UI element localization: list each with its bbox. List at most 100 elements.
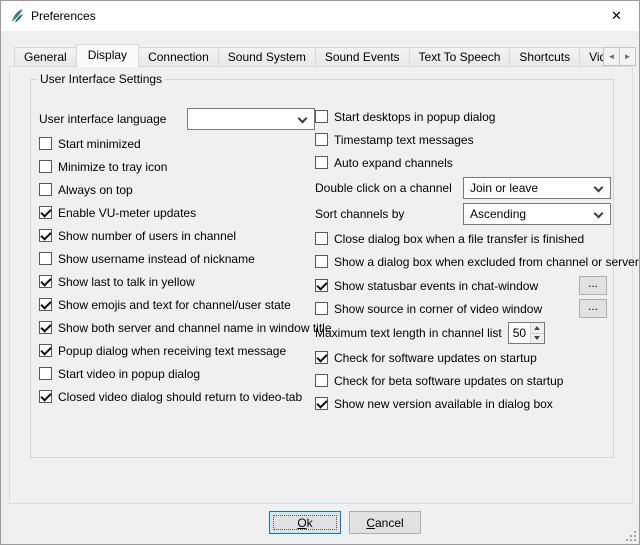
checkbox[interactable] — [39, 275, 52, 288]
sort-channels-label: Sort channels by — [315, 207, 404, 221]
double-click-row: Double click on a channel Join or leave — [315, 177, 611, 199]
preferences-dialog: Preferences ✕ General Display Connection… — [0, 0, 640, 545]
checkbox[interactable] — [315, 255, 328, 268]
max-text-length-value[interactable]: 50 — [509, 323, 530, 343]
checkbox-row[interactable]: Start desktops in popup dialog — [315, 108, 611, 125]
left-column: User interface language Start minimized … — [39, 108, 315, 411]
checkbox[interactable] — [315, 351, 328, 364]
checkbox-row[interactable]: Auto expand channels — [315, 154, 611, 171]
checkbox-label: Show source in corner of video window — [334, 302, 542, 316]
tab[interactable]: Sound System — [218, 47, 316, 67]
checkbox-row[interactable]: Enable VU-meter updates — [39, 204, 315, 221]
checkbox-row[interactable]: Popup dialog when receiving text message — [39, 342, 315, 359]
checkbox[interactable] — [39, 137, 52, 150]
max-text-length-spinner[interactable]: 50 — [508, 322, 545, 344]
language-row: User interface language — [39, 108, 315, 130]
checkbox[interactable] — [39, 344, 52, 357]
tab[interactable]: General — [14, 47, 77, 67]
chevron-down-icon — [594, 209, 604, 219]
checkbox-label: Close dialog box when a file transfer is… — [334, 232, 584, 246]
checkbox-row[interactable]: Show both server and channel name in win… — [39, 319, 315, 336]
spin-down-button[interactable] — [531, 333, 544, 344]
checkbox-row[interactable]: Timestamp text messages — [315, 131, 611, 148]
checkbox-label: Popup dialog when receiving text message — [58, 344, 286, 358]
tab-label: Connection — [148, 50, 209, 64]
checkbox[interactable] — [39, 183, 52, 196]
triangle-up-icon — [534, 326, 540, 330]
checkbox-row[interactable]: Minimize to tray icon — [39, 158, 315, 175]
app-icon — [9, 8, 25, 24]
checkbox-row[interactable]: Show new version available in dialog box — [315, 395, 611, 412]
sort-channels-select[interactable]: Ascending — [463, 203, 611, 225]
checkbox-row[interactable]: Show last to talk in yellow — [39, 273, 315, 290]
checkbox[interactable] — [39, 160, 52, 173]
checkbox-row[interactable]: Start video in popup dialog — [39, 365, 315, 382]
checkbox-label: Start minimized — [58, 137, 141, 151]
tab-scroll-right-button[interactable]: ► — [619, 47, 636, 66]
ok-button[interactable]: Ok — [269, 511, 341, 534]
close-icon: ✕ — [611, 8, 622, 24]
checkbox[interactable] — [315, 302, 328, 315]
right-bottom-checkbox-list: Check for software updates on startup Ch… — [315, 349, 611, 412]
checkbox-row[interactable]: Close dialog box when a file transfer is… — [315, 230, 611, 247]
checkbox[interactable] — [39, 367, 52, 380]
checkbox-label: Show a dialog box when excluded from cha… — [334, 255, 639, 269]
language-select[interactable] — [187, 108, 315, 130]
tab[interactable]: Text To Speech — [409, 47, 511, 67]
resize-grip[interactable] — [624, 529, 637, 542]
ui-settings-group: User Interface Settings User interface l… — [30, 72, 614, 458]
checkbox-label: Timestamp text messages — [334, 133, 474, 147]
checkbox[interactable] — [315, 110, 328, 123]
checkbox[interactable] — [39, 252, 52, 265]
tab-scroll-left-button[interactable]: ◄ — [603, 47, 620, 66]
checkbox-label: Show new version available in dialog box — [334, 397, 553, 411]
video-source-config-button[interactable]: ... — [579, 299, 607, 318]
chevron-left-icon: ◄ — [608, 52, 616, 61]
checkbox[interactable] — [39, 206, 52, 219]
tab[interactable]: Shortcuts — [509, 47, 580, 67]
checkbox-row[interactable]: Show emojis and text for channel/user st… — [39, 296, 315, 313]
checkbox-row[interactable]: Show a dialog box when excluded from cha… — [315, 253, 611, 270]
checkbox-row[interactable]: Show username instead of nickname — [39, 250, 315, 267]
checkbox-label: Show number of users in channel — [58, 229, 236, 243]
checkbox-row[interactable]: Check for software updates on startup — [315, 349, 611, 366]
statusbar-events-row[interactable]: Show statusbar events in chat-window ... — [315, 276, 611, 295]
statusbar-events-config-button[interactable]: ... — [579, 276, 607, 295]
checkbox[interactable] — [39, 298, 52, 311]
checkbox[interactable] — [315, 397, 328, 410]
sort-channels-row: Sort channels by Ascending — [315, 203, 611, 225]
tab-scroller: ◄ ► — [603, 47, 636, 66]
checkbox-row[interactable]: Check for beta software updates on start… — [315, 372, 611, 389]
checkbox-row[interactable]: Always on top — [39, 181, 315, 198]
checkbox[interactable] — [315, 374, 328, 387]
checkbox-row[interactable]: Closed video dialog should return to vid… — [39, 388, 315, 405]
checkbox-label: Start desktops in popup dialog — [334, 110, 495, 124]
checkbox[interactable] — [315, 232, 328, 245]
tab[interactable]: Sound Events — [315, 47, 410, 67]
checkbox[interactable] — [315, 133, 328, 146]
checkbox-label: Show username instead of nickname — [58, 252, 255, 266]
cancel-button[interactable]: Cancel — [349, 511, 421, 534]
checkbox[interactable] — [315, 156, 328, 169]
checkbox[interactable] — [39, 390, 52, 403]
checkbox-row[interactable]: Start minimized — [39, 135, 315, 152]
checkbox-label: Always on top — [58, 183, 133, 197]
chevron-down-icon — [298, 114, 308, 124]
checkbox[interactable] — [39, 321, 52, 334]
tab-bar: General Display Connection Sound System … — [14, 44, 608, 67]
double-click-label: Double click on a channel — [315, 181, 452, 195]
tab[interactable]: Connection — [138, 47, 219, 67]
checkbox-label: Start video in popup dialog — [58, 367, 200, 381]
checkbox-label: Minimize to tray icon — [58, 160, 167, 174]
titlebar: Preferences ✕ — [1, 1, 639, 31]
checkbox-label: Show last to talk in yellow — [58, 275, 195, 289]
spin-up-button[interactable] — [531, 323, 544, 333]
video-source-row[interactable]: Show source in corner of video window ..… — [315, 299, 611, 318]
double-click-select[interactable]: Join or leave — [463, 177, 611, 199]
close-button[interactable]: ✕ — [594, 1, 639, 30]
checkbox[interactable] — [39, 229, 52, 242]
checkbox-label: Show statusbar events in chat-window — [334, 279, 538, 293]
checkbox[interactable] — [315, 279, 328, 292]
tab[interactable]: Display — [76, 44, 139, 67]
checkbox-row[interactable]: Show number of users in channel — [39, 227, 315, 244]
